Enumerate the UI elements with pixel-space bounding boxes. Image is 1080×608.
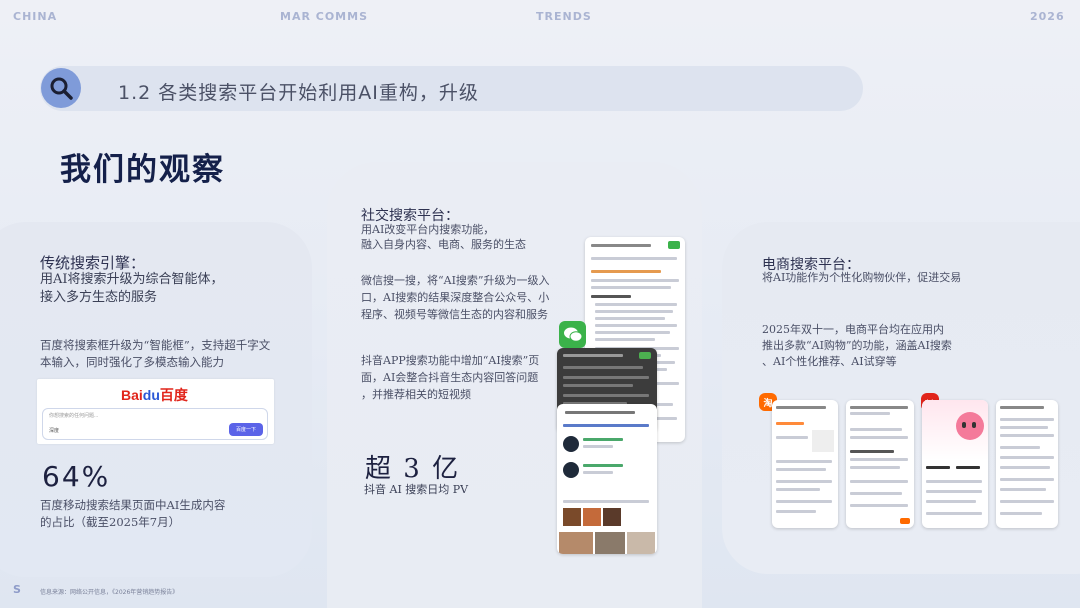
ecommerce-ai-list-screenshot: [996, 400, 1058, 528]
header-country: CHINA: [13, 10, 58, 23]
traditional-stat-caption: 百度移动搜索结果页面中AI生成内容 的占比（截至2025年7月）: [40, 498, 226, 529]
baidu-search-input: 你想搜索的任何问题... 深度 百度一下: [42, 408, 268, 440]
traditional-stat: 64%: [42, 460, 111, 493]
social-stat-caption: 抖音 AI 搜索日均 PV: [364, 483, 469, 496]
ecommerce-detail: 2025年双十一，电商平台均在应用内 推出多款“AI购物”的功能，涵盖AI搜索 …: [762, 323, 952, 368]
header-category: MAR COMMS: [280, 10, 368, 23]
section-title: 1.2 各类搜索平台开始利用AI重构，升级: [118, 82, 479, 104]
douyin-ai-search-screenshot: [557, 404, 657, 554]
traditional-summary: 用AI将搜索升级为综合智能体， 接入多方生态的服务: [40, 272, 224, 305]
baidu-placeholder: 你想搜索的任何问题...: [49, 413, 99, 419]
baidu-search-screenshot: Baidu百度 你想搜索的任何问题... 深度 百度一下: [37, 379, 274, 444]
social-stat: 超 3 亿: [365, 454, 461, 484]
page-heading: 我们的观察: [60, 152, 225, 188]
baidu-mode: 深度: [49, 428, 60, 434]
baidu-logo: Baidu百度: [121, 387, 188, 403]
top-bar: CHINA MAR COMMS TRENDS 2026: [0, 10, 1080, 26]
header-year: 2026: [1030, 10, 1065, 23]
wechat-detail: 微信搜一搜，将“AI搜索”升级为一级入 口，AI搜索的结果深度整合公众号、小 程…: [361, 274, 550, 321]
header-topic: TRENDS: [536, 10, 592, 23]
search-icon: [41, 68, 81, 108]
wechat-icon: [559, 321, 586, 348]
footer-mark: S: [13, 583, 21, 596]
footer-source-note: 信息来源：网络公开信息，《2026年营销趋势报告》: [40, 589, 179, 596]
baidu-search-button: 百度一下: [229, 423, 263, 436]
traditional-detail: 百度将搜索框升级为“智能框”，支持超千字文 本输入，同时强化了多模态输入能力: [40, 338, 271, 369]
social-summary: 用AI改变平台内搜索功能， 融入自身内容、电商、服务的生态: [361, 223, 526, 251]
traditional-category: 传统搜索引擎：: [40, 254, 146, 272]
douyin-detail: 抖音APP搜索功能中增加“AI搜索”页 面，AI会整合抖音生态内容回答问题 ，并…: [361, 354, 540, 401]
jd-ai-screenshot: [922, 400, 988, 528]
ecommerce-summary: 将AI功能作为个性化购物伙伴，促进交易: [762, 271, 962, 284]
taobao-ai-screenshot: [772, 400, 838, 528]
ecommerce-ai-chat-screenshot: [846, 400, 914, 528]
